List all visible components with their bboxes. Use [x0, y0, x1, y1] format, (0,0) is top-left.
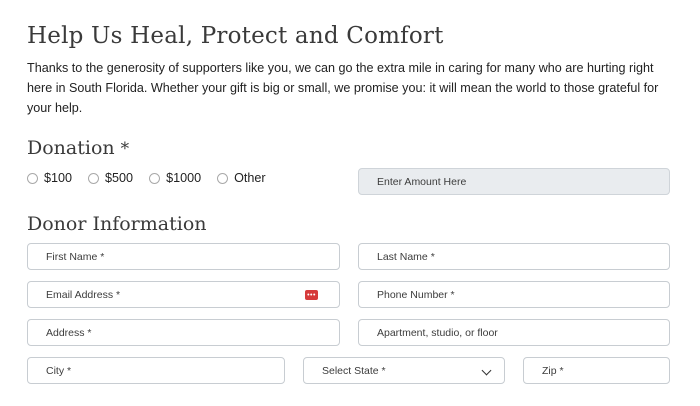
zip-field[interactable]: Zip *: [523, 357, 670, 384]
radio-circle[interactable]: [27, 172, 38, 184]
radio-circle[interactable]: [88, 172, 100, 184]
donation-form-page: Help Us Heal, Protect and Comfort Thanks…: [0, 0, 700, 406]
email-placeholder: Email Address *: [46, 288, 121, 301]
password-manager-icon[interactable]: •••: [305, 290, 318, 300]
apartment-placeholder: Apartment, studio, or floor: [377, 326, 498, 339]
intro-text: Thanks to the generosity of supporters l…: [27, 61, 659, 115]
first-name-placeholder: First Name *: [46, 250, 105, 263]
phone-placeholder: Phone Number *: [377, 288, 455, 301]
city-placeholder: City *: [46, 364, 72, 377]
radio-label-1000: $1000: [166, 171, 202, 185]
radio-1000[interactable]: $1000: [149, 171, 201, 185]
state-placeholder: Select State *: [322, 364, 386, 377]
page-title: Help Us Heal, Protect and Comfort: [27, 23, 444, 49]
donation-amount-options: $100 $500 $1000 Other: [27, 168, 282, 188]
radio-500[interactable]: $500: [88, 171, 133, 185]
amount-placeholder: Enter Amount Here: [377, 175, 467, 188]
last-name-field[interactable]: Last Name *: [358, 243, 670, 270]
city-field[interactable]: City *: [27, 357, 285, 384]
radio-label-500: $500: [105, 171, 134, 185]
chevron-down-icon: [481, 365, 492, 376]
radio-other[interactable]: Other: [217, 171, 266, 185]
state-select[interactable]: Select State *: [303, 357, 505, 384]
radio-100[interactable]: $100: [27, 171, 72, 185]
radio-circle[interactable]: [149, 172, 161, 184]
required-mark: *: [120, 139, 130, 159]
phone-field[interactable]: Phone Number *: [358, 281, 670, 308]
radio-circle[interactable]: [217, 172, 229, 184]
amount-input[interactable]: Enter Amount Here: [358, 168, 670, 195]
zip-placeholder: Zip *: [542, 364, 564, 377]
donation-title-text: Donation: [27, 137, 115, 159]
last-name-placeholder: Last Name *: [377, 250, 435, 263]
radio-label-other: Other: [234, 171, 266, 185]
apartment-field[interactable]: Apartment, studio, or floor: [358, 319, 670, 346]
radio-label-100: $100: [44, 171, 73, 185]
donor-section-title: Donor Information: [27, 213, 207, 235]
address-placeholder: Address *: [46, 326, 92, 339]
donation-section-title: Donation *: [27, 135, 129, 162]
first-name-field[interactable]: First Name *: [27, 243, 340, 270]
email-field[interactable]: Email Address * •••: [27, 281, 340, 308]
address-field[interactable]: Address *: [27, 319, 340, 346]
